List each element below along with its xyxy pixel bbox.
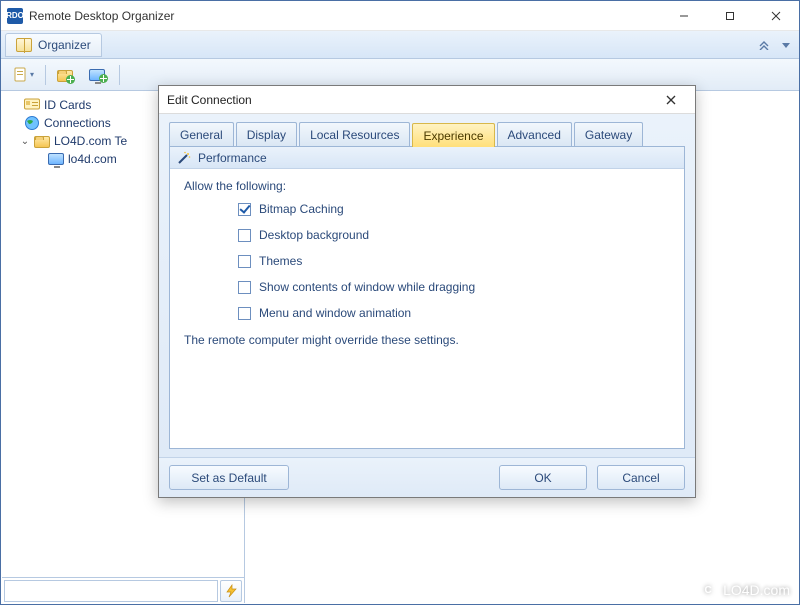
globe-icon bbox=[24, 115, 40, 131]
checkbox[interactable] bbox=[238, 203, 251, 216]
generic-icon bbox=[131, 67, 147, 83]
tab-label: General bbox=[180, 128, 223, 142]
folder-icon bbox=[34, 136, 50, 148]
edit-connection-dialog: Edit Connection General Display Local Re… bbox=[158, 85, 696, 498]
tab-general[interactable]: General bbox=[169, 122, 234, 146]
dialog-titlebar: Edit Connection bbox=[159, 86, 695, 114]
checkbox[interactable] bbox=[238, 255, 251, 268]
sidebar-quick-connect-button[interactable] bbox=[220, 580, 242, 602]
checkbox[interactable] bbox=[238, 307, 251, 320]
toolbar-new-connection-button[interactable] bbox=[82, 62, 115, 88]
option-desktop-background[interactable]: Desktop background bbox=[238, 225, 670, 245]
dialog-close-button[interactable] bbox=[655, 88, 687, 112]
option-show-contents[interactable]: Show contents of window while dragging bbox=[238, 277, 670, 297]
plus-badge-icon bbox=[66, 75, 75, 84]
tab-label: Experience bbox=[423, 129, 483, 143]
tab-advanced[interactable]: Advanced bbox=[497, 122, 572, 146]
toolbar-button-4[interactable] bbox=[124, 62, 154, 88]
book-icon bbox=[16, 38, 32, 52]
option-label: Show contents of window while dragging bbox=[259, 280, 475, 294]
id-card-icon bbox=[24, 97, 40, 113]
button-label: Set as Default bbox=[191, 471, 266, 485]
toolbar-button-5[interactable] bbox=[156, 62, 186, 88]
titlebar: RDO Remote Desktop Organizer bbox=[1, 1, 799, 31]
tab-local-resources[interactable]: Local Resources bbox=[299, 122, 410, 146]
option-label: Menu and window animation bbox=[259, 306, 411, 320]
toolbar-new-button[interactable]: ▾ bbox=[5, 62, 41, 88]
option-label: Desktop background bbox=[259, 228, 369, 242]
app-icon: RDO bbox=[7, 8, 23, 24]
option-label: Themes bbox=[259, 254, 302, 268]
tree-label: lo4d.com bbox=[68, 152, 117, 166]
sidebar-footer bbox=[2, 577, 244, 603]
button-label: OK bbox=[534, 471, 551, 485]
dialog-button-bar: Set as Default OK Cancel bbox=[159, 457, 695, 497]
tree-label: ID Cards bbox=[44, 98, 91, 112]
watermark: C LO4D.com bbox=[699, 581, 790, 599]
minimize-button[interactable] bbox=[661, 1, 707, 31]
menubar-dropdown-button[interactable] bbox=[777, 36, 795, 54]
sidebar-search-input[interactable] bbox=[4, 580, 218, 602]
option-themes[interactable]: Themes bbox=[238, 251, 670, 271]
section-header-performance: Performance bbox=[170, 147, 684, 169]
monitor-icon bbox=[48, 153, 64, 165]
tab-experience[interactable]: Experience bbox=[412, 123, 494, 147]
generic-icon bbox=[163, 67, 179, 83]
maximize-button[interactable] bbox=[707, 1, 753, 31]
tab-page-experience: Performance Allow the following: Bitmap … bbox=[169, 146, 685, 449]
set-as-default-button[interactable]: Set as Default bbox=[169, 465, 289, 490]
document-icon bbox=[12, 67, 28, 83]
tab-label: Advanced bbox=[508, 128, 561, 142]
tab-label: Local Resources bbox=[310, 128, 399, 142]
organizer-menu-button[interactable]: Organizer bbox=[5, 33, 102, 57]
folder-icon bbox=[57, 70, 73, 82]
option-bitmap-caching[interactable]: Bitmap Caching bbox=[238, 199, 670, 219]
tab-label: Display bbox=[247, 128, 286, 142]
tab-display[interactable]: Display bbox=[236, 122, 297, 146]
tab-label: Gateway bbox=[585, 128, 632, 142]
plus-badge-icon bbox=[99, 74, 108, 83]
lightning-icon bbox=[224, 584, 238, 598]
chevron-down-icon: ▾ bbox=[30, 70, 34, 79]
intro-text: Allow the following: bbox=[184, 179, 670, 193]
menubar: Organizer bbox=[1, 31, 799, 59]
tabstrip: General Display Local Resources Experien… bbox=[169, 122, 685, 146]
menubar-overflow-button[interactable] bbox=[755, 36, 773, 54]
tree-label: Connections bbox=[44, 116, 111, 130]
section-title: Performance bbox=[198, 151, 267, 165]
tab-gateway[interactable]: Gateway bbox=[574, 122, 643, 146]
dialog-body: General Display Local Resources Experien… bbox=[159, 114, 695, 457]
override-note: The remote computer might override these… bbox=[184, 333, 670, 347]
button-label: Cancel bbox=[622, 471, 659, 485]
toolbar-new-folder-button[interactable] bbox=[50, 62, 80, 88]
tree-label: LO4D.com Te bbox=[54, 134, 127, 148]
watermark-text: LO4D.com bbox=[723, 582, 790, 598]
organizer-label: Organizer bbox=[38, 38, 91, 52]
expander-icon[interactable]: ⌄ bbox=[20, 136, 30, 147]
cancel-button[interactable]: Cancel bbox=[597, 465, 685, 490]
section-body: Allow the following: Bitmap Caching Desk… bbox=[170, 169, 684, 357]
checkbox[interactable] bbox=[238, 229, 251, 242]
option-label: Bitmap Caching bbox=[259, 202, 344, 216]
dialog-title: Edit Connection bbox=[167, 93, 252, 107]
close-button[interactable] bbox=[753, 1, 799, 31]
wand-icon bbox=[176, 150, 192, 166]
ok-button[interactable]: OK bbox=[499, 465, 587, 490]
app-title: Remote Desktop Organizer bbox=[29, 9, 661, 23]
option-menu-animation[interactable]: Menu and window animation bbox=[238, 303, 670, 323]
copyright-icon: C bbox=[699, 581, 717, 599]
checkbox[interactable] bbox=[238, 281, 251, 294]
